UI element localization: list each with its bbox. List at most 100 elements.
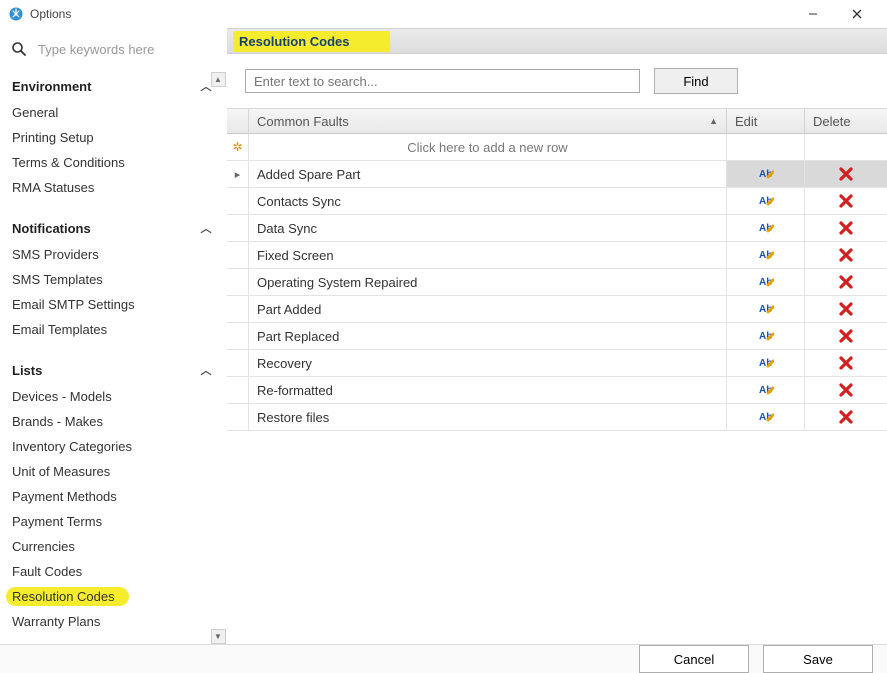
cell-fault[interactable]: Recovery (249, 350, 727, 376)
nav-resolution-codes[interactable]: Resolution Codes (8, 584, 218, 609)
nav-inventory-categories[interactable]: Inventory Categories (8, 434, 218, 459)
cell-fault[interactable]: Part Replaced (249, 323, 727, 349)
delete-icon[interactable] (835, 327, 857, 345)
table-row[interactable]: Re-formatted Ab (227, 377, 887, 404)
nav-payment-methods[interactable]: Payment Methods (8, 484, 218, 509)
nav-payment-terms[interactable]: Payment Terms (8, 509, 218, 534)
nav-email-templates[interactable]: Email Templates (8, 317, 218, 342)
scroll-up-button[interactable]: ▲ (211, 72, 226, 87)
edit-icon[interactable]: Ab (755, 300, 777, 318)
nav-sms-templates[interactable]: SMS Templates (8, 267, 218, 292)
row-indicator (227, 242, 249, 268)
row-indicator (227, 404, 249, 430)
dialog-footer: Cancel Save (0, 644, 887, 673)
edit-icon[interactable]: Ab (755, 219, 777, 237)
delete-icon[interactable] (835, 192, 857, 210)
edit-icon[interactable]: Ab (755, 165, 777, 183)
table-row[interactable]: Operating System Repaired Ab (227, 269, 887, 296)
delete-icon[interactable] (835, 273, 857, 291)
edit-icon[interactable]: Ab (755, 408, 777, 426)
delete-icon[interactable] (835, 165, 857, 183)
cancel-button[interactable]: Cancel (639, 645, 749, 673)
nav-label: Resolution Codes (12, 589, 115, 604)
table-row[interactable]: ▸ Added Spare Part Ab (227, 161, 887, 188)
new-row-hint[interactable]: Click here to add a new row (249, 134, 727, 160)
nav-fault-codes[interactable]: Fault Codes (8, 559, 218, 584)
sort-asc-icon: ▲ (709, 116, 718, 126)
column-header-common-faults[interactable]: Common Faults ▲ (249, 109, 727, 133)
save-button[interactable]: Save (763, 645, 873, 673)
table-row[interactable]: Recovery Ab (227, 350, 887, 377)
new-row[interactable]: ✲ Click here to add a new row (227, 134, 887, 161)
panel-title-text: Resolution Codes (239, 34, 350, 49)
row-indicator (227, 269, 249, 295)
cell-fault[interactable]: Restore files (249, 404, 727, 430)
search-icon (10, 40, 28, 58)
delete-icon[interactable] (835, 381, 857, 399)
nav-unit-of-measures[interactable]: Unit of Measures (8, 459, 218, 484)
nav-email-smtp-settings[interactable]: Email SMTP Settings (8, 292, 218, 317)
section-header-environment[interactable]: Environment ︿ (8, 72, 218, 100)
edit-icon[interactable]: Ab (755, 381, 777, 399)
delete-icon[interactable] (835, 246, 857, 264)
nav-currencies[interactable]: Currencies (8, 534, 218, 559)
nav-brands-makes[interactable]: Brands - Makes (8, 409, 218, 434)
table-row[interactable]: Fixed Screen Ab (227, 242, 887, 269)
nav-terms-conditions[interactable]: Terms & Conditions (8, 150, 218, 175)
section-header-notifications[interactable]: Notifications ︿ (8, 214, 218, 242)
find-button[interactable]: Find (654, 68, 738, 94)
cell-fault[interactable]: Contacts Sync (249, 188, 727, 214)
section-header-lists[interactable]: Lists ︿ (8, 356, 218, 384)
current-row-icon: ▸ (235, 168, 241, 181)
cell-fault[interactable]: Data Sync (249, 215, 727, 241)
nav-printing-setup[interactable]: Printing Setup (8, 125, 218, 150)
nav-general[interactable]: General (8, 100, 218, 125)
delete-icon[interactable] (835, 408, 857, 426)
row-indicator (227, 188, 249, 214)
cell-fault[interactable]: Fixed Screen (249, 242, 727, 268)
edit-icon[interactable]: Ab (755, 246, 777, 264)
table-row[interactable]: Part Added Ab (227, 296, 887, 323)
new-row-indicator-icon: ✲ (227, 134, 249, 160)
cell-fault[interactable]: Operating System Repaired (249, 269, 727, 295)
delete-icon[interactable] (835, 300, 857, 318)
section-title: Notifications (12, 221, 91, 236)
table-row[interactable]: Restore files Ab (227, 404, 887, 431)
table-row[interactable]: Part Replaced Ab (227, 323, 887, 350)
cell-fault[interactable]: Re-formatted (249, 377, 727, 403)
edit-icon[interactable]: Ab (755, 192, 777, 210)
section-title: Environment (12, 79, 91, 94)
nav-devices-models[interactable]: Devices - Models (8, 384, 218, 409)
column-label: Common Faults (257, 114, 349, 129)
nav-rma-statuses[interactable]: RMA Statuses (8, 175, 218, 200)
column-header-edit[interactable]: Edit (727, 109, 805, 133)
delete-icon[interactable] (835, 354, 857, 372)
edit-icon[interactable]: Ab (755, 273, 777, 291)
row-indicator (227, 296, 249, 322)
close-button[interactable] (835, 0, 879, 28)
edit-icon[interactable]: Ab (755, 354, 777, 372)
cell-fault[interactable]: Added Spare Part (249, 161, 727, 187)
table-row[interactable]: Data Sync Ab (227, 215, 887, 242)
row-indicator (227, 215, 249, 241)
minimize-button[interactable] (791, 0, 835, 28)
edit-icon[interactable]: Ab (755, 327, 777, 345)
column-header-delete[interactable]: Delete (805, 109, 887, 133)
panel-title: Resolution Codes (227, 28, 887, 54)
row-indicator: ▸ (227, 161, 249, 187)
section-title: Lists (12, 363, 42, 378)
app-icon (8, 6, 24, 22)
sidebar: Environment ︿ General Printing Setup Ter… (0, 28, 227, 644)
table-row[interactable]: Contacts Sync Ab (227, 188, 887, 215)
nav-sms-providers[interactable]: SMS Providers (8, 242, 218, 267)
row-indicator (227, 323, 249, 349)
sidebar-scrollbar[interactable]: ▲ ▼ (210, 72, 226, 644)
grid-search-input[interactable] (245, 69, 640, 93)
row-indicator (227, 377, 249, 403)
title-bar: Options (0, 0, 887, 28)
sidebar-search-input[interactable] (36, 41, 196, 58)
nav-warranty-plans[interactable]: Warranty Plans (8, 609, 218, 634)
cell-fault[interactable]: Part Added (249, 296, 727, 322)
delete-icon[interactable] (835, 219, 857, 237)
row-indicator (227, 350, 249, 376)
